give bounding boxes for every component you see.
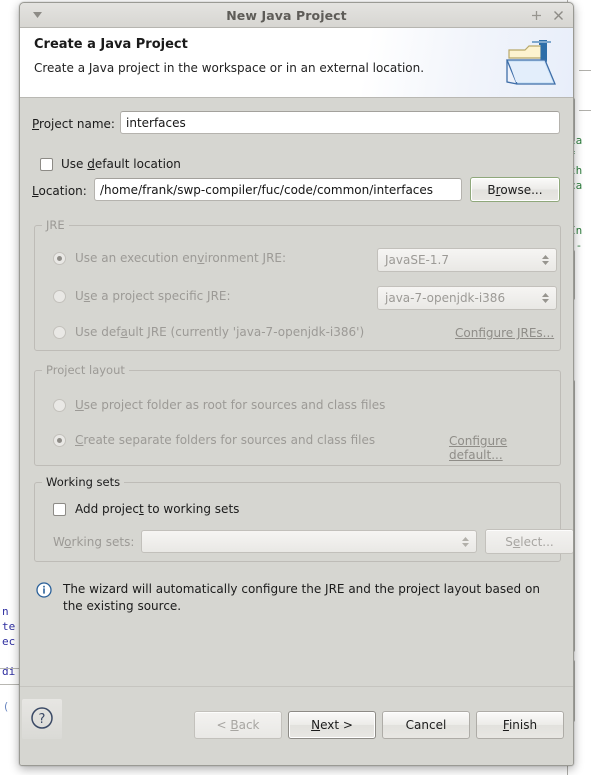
jre-project-specific-combo[interactable]: java-7-openjdk-i386 xyxy=(377,286,557,310)
configure-jres-link-label: Configure JREs... xyxy=(455,326,555,340)
jre-execution-environment-value: JavaSE-1.7 xyxy=(385,253,449,267)
dialog-title: New Java Project xyxy=(226,7,347,23)
project-name-value: interfaces xyxy=(126,115,186,130)
jre-group: JRE Use an execution environment JRE: Ja… xyxy=(34,218,561,351)
use-default-location-checkbox[interactable] xyxy=(40,157,53,171)
working-sets-select-button[interactable]: Select... xyxy=(485,529,573,554)
back-button[interactable]: < Back xyxy=(194,711,282,739)
location-input[interactable]: /home/frank/swp-compiler/fuc/code/common… xyxy=(94,178,462,201)
background-tick-right-2 xyxy=(579,110,591,111)
location-label: Location: xyxy=(32,184,87,198)
use-default-location-row[interactable]: Use default location xyxy=(40,157,181,171)
jre-option-execution-environment-label: Use an execution environment JRE: xyxy=(75,251,287,265)
location-value: /home/frank/swp-compiler/fuc/code/common… xyxy=(100,182,434,197)
svg-text:?: ? xyxy=(39,712,46,727)
jre-radio-default[interactable] xyxy=(53,325,66,339)
working-sets-group-label: Working sets xyxy=(42,475,125,489)
layout-option-project-folder[interactable]: Use project folder as root for sources a… xyxy=(53,398,385,412)
info-message-line1: The wizard will automatically configure … xyxy=(63,582,540,596)
next-button-label: Next > xyxy=(311,718,353,732)
cancel-button-label: Cancel xyxy=(405,718,447,732)
layout-option-separate-folders-label: Create separate folders for sources and … xyxy=(75,433,376,447)
help-button[interactable]: ? xyxy=(22,699,62,739)
banner-subtitle: Create a Java project in the workspace o… xyxy=(34,61,425,75)
use-default-location-label: Use default location xyxy=(61,157,181,171)
info-message: The wizard will automatically configure … xyxy=(36,581,556,615)
back-button-label: < Back xyxy=(216,718,260,732)
dialog-body: Project name: interfaces Use default loc… xyxy=(20,98,573,686)
jre-option-execution-environment[interactable]: Use an execution environment JRE: xyxy=(53,251,286,265)
working-sets-combo-label: Working sets: xyxy=(53,535,135,549)
spinner-arrows-icon-2 xyxy=(542,292,549,304)
configure-jres-link[interactable]: Configure JREs... xyxy=(455,326,554,340)
layout-option-project-folder-label: Use project folder as root for sources a… xyxy=(75,398,386,412)
working-sets-select-button-label: Select... xyxy=(505,534,554,549)
browse-button-label: Browse... xyxy=(487,182,543,197)
add-project-to-working-sets-checkbox[interactable] xyxy=(53,502,66,516)
jre-execution-environment-combo[interactable]: JavaSE-1.7 xyxy=(377,248,557,272)
working-sets-combo[interactable] xyxy=(141,530,477,553)
jre-option-default-label: Use default JRE (currently 'java-7-openj… xyxy=(75,325,365,339)
help-question-icon: ? xyxy=(30,706,54,733)
chevron-down-icon[interactable] xyxy=(26,4,48,26)
jre-option-default[interactable]: Use default JRE (currently 'java-7-openj… xyxy=(53,325,364,339)
browse-button[interactable]: Browse... xyxy=(470,177,560,202)
jre-radio-execution-environment[interactable] xyxy=(53,251,66,265)
new-java-project-dialog: New Java Project Create a Java Project C… xyxy=(19,2,574,766)
add-project-to-working-sets-label: Add project to working sets xyxy=(75,502,240,516)
layout-option-separate-folders[interactable]: Create separate folders for sources and … xyxy=(53,433,375,447)
info-icon xyxy=(36,582,52,615)
configure-default-link[interactable]: Configure default... xyxy=(449,434,560,462)
info-message-line2: the existing source. xyxy=(63,599,182,613)
background-glyph-left: ( xyxy=(4,700,9,713)
jre-radio-project-specific[interactable] xyxy=(53,289,66,303)
finish-button[interactable]: Finish xyxy=(476,711,564,739)
project-layout-group: Project layout Use project folder as roo… xyxy=(34,363,561,466)
layout-radio-project-folder[interactable] xyxy=(53,398,66,412)
next-button[interactable]: Next > xyxy=(288,711,376,739)
jre-option-project-specific[interactable]: Use a project specific JRE: xyxy=(53,289,231,303)
working-sets-group: Working sets Add project to working sets… xyxy=(34,475,573,562)
jre-option-project-specific-label: Use a project specific JRE: xyxy=(75,289,231,303)
close-icon[interactable] xyxy=(547,4,569,26)
finish-button-label: Finish xyxy=(502,718,538,732)
background-tick-right xyxy=(579,70,591,71)
project-layout-group-label: Project layout xyxy=(42,363,129,377)
add-project-to-working-sets-row[interactable]: Add project to working sets xyxy=(53,502,239,516)
spinner-arrows-icon-3 xyxy=(462,536,469,548)
project-name-label: Project name: xyxy=(32,117,115,131)
maximize-icon[interactable] xyxy=(525,4,547,26)
dialog-footer: ? < Back Next > Cancel Finish xyxy=(20,686,573,765)
jre-project-specific-value: java-7-openjdk-i386 xyxy=(385,291,506,305)
new-java-project-folder-icon xyxy=(501,34,563,92)
spinner-arrows-icon xyxy=(542,254,549,266)
configure-default-link-label: Configure default... xyxy=(449,434,508,462)
project-name-input[interactable]: interfaces xyxy=(120,111,560,134)
cancel-button[interactable]: Cancel xyxy=(382,711,470,739)
jre-group-label: JRE xyxy=(42,218,69,232)
dialog-banner: Create a Java Project Create a Java proj… xyxy=(20,28,573,98)
layout-radio-separate-folders[interactable] xyxy=(53,433,66,447)
dialog-titlebar[interactable]: New Java Project xyxy=(20,3,573,28)
banner-title: Create a Java Project xyxy=(34,37,188,52)
